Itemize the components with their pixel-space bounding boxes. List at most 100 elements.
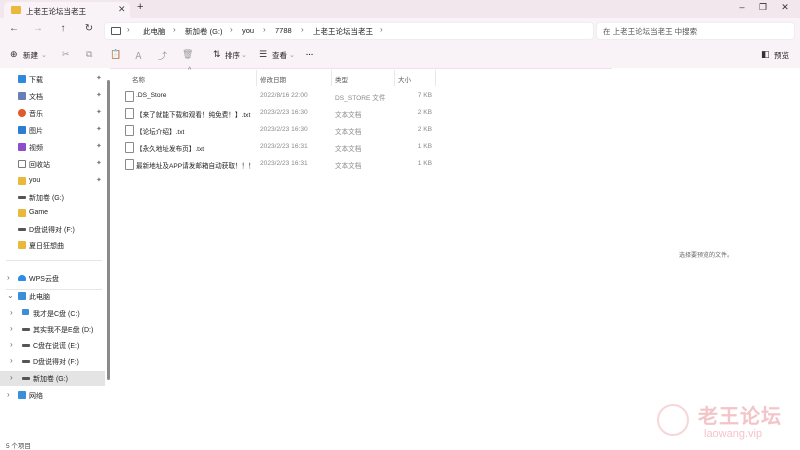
sidebar-item-you[interactable]: you ✦ bbox=[0, 174, 105, 189]
computer-icon bbox=[111, 27, 121, 35]
back-button[interactable]: ← bbox=[7, 23, 21, 34]
chevron-right-icon[interactable]: › bbox=[10, 373, 13, 382]
file-row[interactable]: .DS_Store 2022/8/16 22:00 DS_STORE 文件 7 … bbox=[112, 88, 432, 104]
drive-icon bbox=[22, 377, 30, 380]
file-name: .DS_Store bbox=[136, 92, 167, 99]
sidebar-item-drive-c[interactable]: › 我才是C盘 (C:) bbox=[0, 306, 105, 321]
breadcrumb-item-you[interactable]: you bbox=[242, 26, 254, 35]
file-row[interactable]: 最新地址及APP请发邮箱自动获取！！！... 2023/2/23 16:31 文… bbox=[112, 156, 432, 172]
column-divider[interactable] bbox=[256, 70, 257, 86]
file-type: 文本文档 bbox=[335, 112, 362, 119]
text-file-icon bbox=[125, 142, 134, 153]
sidebar-item-drive-f-quick[interactable]: D盘说得对 (F:) bbox=[0, 222, 105, 237]
status-bar: 5 个项目 bbox=[0, 440, 800, 450]
tab-close-icon[interactable]: ✕ bbox=[118, 4, 126, 15]
chevron-right-icon[interactable]: › bbox=[10, 340, 13, 349]
share-icon[interactable]: ⤴ bbox=[158, 49, 167, 62]
more-options-button[interactable]: ··· bbox=[306, 50, 314, 59]
cut-icon[interactable]: ✂ bbox=[62, 49, 70, 60]
folder-icon bbox=[18, 177, 26, 185]
refresh-button[interactable]: ↻ bbox=[82, 23, 96, 34]
breadcrumb-more[interactable]: › bbox=[380, 25, 383, 34]
file-list: 名称 ^ 修改日期 类型 大小 .DS_Store 2022/8/16 22:0… bbox=[112, 67, 612, 440]
window-tab[interactable]: 上老王论坛当老王 ✕ bbox=[4, 2, 130, 18]
breadcrumb-separator[interactable]: › bbox=[173, 25, 176, 34]
chevron-right-icon[interactable]: › bbox=[10, 308, 13, 317]
breadcrumb-item-this-pc[interactable]: 此电脑 bbox=[143, 26, 166, 37]
file-row[interactable]: 【来了就能下载和观看！纯免费！】.txt 2023/2/23 16:30 文本文… bbox=[112, 105, 432, 121]
breadcrumb-item-drive-g[interactable]: 新加卷 (G:) bbox=[185, 26, 223, 37]
sidebar-item-label: 视频 bbox=[29, 145, 43, 152]
text-file-icon bbox=[125, 159, 134, 170]
chevron-down-icon[interactable]: ⌄ bbox=[7, 291, 14, 300]
breadcrumb-separator[interactable]: › bbox=[127, 25, 130, 34]
column-header-size[interactable]: 大小 bbox=[398, 74, 411, 84]
copy-icon[interactable]: ⧉ bbox=[86, 49, 92, 60]
file-date: 2023/2/23 16:31 bbox=[260, 160, 308, 167]
search-box[interactable]: 在 上老王论坛当老王 中搜索 bbox=[596, 22, 795, 40]
sidebar-item-drive-e[interactable]: › C盘在说谎 (E:) bbox=[0, 338, 105, 353]
column-header-name[interactable]: 名称 bbox=[132, 74, 145, 84]
file-date: 2023/2/23 16:30 bbox=[260, 109, 308, 116]
breadcrumb-separator[interactable]: › bbox=[301, 25, 304, 34]
network-icon bbox=[18, 391, 26, 399]
file-type: 文本文档 bbox=[335, 163, 362, 170]
close-window-button[interactable]: ✕ bbox=[778, 2, 792, 13]
sidebar-item-videos[interactable]: 视频 ✦ bbox=[0, 140, 105, 155]
new-tab-button[interactable]: + bbox=[137, 1, 143, 13]
sidebar-item-drive-f[interactable]: › D盘说得对 (F:) bbox=[0, 354, 105, 369]
sidebar-item-this-pc[interactable]: ⌄ 此电脑 bbox=[0, 289, 105, 304]
sidebar-item-network[interactable]: › 网络 bbox=[0, 388, 105, 403]
sidebar-scrollbar[interactable] bbox=[107, 80, 110, 380]
sort-icon: ⇅ bbox=[213, 49, 221, 59]
breadcrumb-separator[interactable]: › bbox=[263, 25, 266, 34]
forward-button[interactable]: → bbox=[31, 23, 45, 34]
breadcrumb-item-7788[interactable]: 7788 bbox=[275, 26, 292, 35]
breadcrumb[interactable]: › 此电脑 › 新加卷 (G:) › you › 7788 › 上老王论坛当老王… bbox=[104, 22, 594, 40]
delete-icon[interactable]: 🗑 bbox=[182, 49, 193, 60]
breadcrumb-separator[interactable]: › bbox=[230, 25, 233, 34]
sidebar-item-label: 夏日狂想曲 bbox=[29, 243, 64, 250]
sidebar-item-label: 文档 bbox=[29, 94, 43, 101]
file-name: 最新地址及APP请发邮箱自动获取！！！... bbox=[136, 163, 254, 170]
sidebar-item-label: 音乐 bbox=[29, 111, 43, 118]
new-button[interactable]: 新建 bbox=[23, 50, 38, 61]
chevron-right-icon[interactable]: › bbox=[10, 356, 13, 365]
sidebar-item-recycle-bin[interactable]: 回收站 ✦ bbox=[0, 157, 105, 172]
column-header-date[interactable]: 修改日期 bbox=[260, 74, 286, 84]
file-row[interactable]: 【永久地址发布页】.txt 2023/2/23 16:31 文本文档 1 KB bbox=[112, 139, 432, 155]
text-file-icon bbox=[125, 125, 134, 136]
paste-icon[interactable]: 📋 bbox=[110, 49, 121, 60]
sidebar-item-music[interactable]: 音乐 ✦ bbox=[0, 106, 105, 121]
column-divider[interactable] bbox=[331, 70, 332, 86]
column-header-type[interactable]: 类型 bbox=[335, 74, 348, 84]
sidebar-item-drive-g[interactable]: › 新加卷 (G:) bbox=[0, 371, 105, 386]
sidebar-item-wps-cloud[interactable]: › WPS云盘 bbox=[0, 271, 105, 286]
watermark-text: 老王论坛 bbox=[698, 406, 782, 428]
preview-button[interactable]: 预览 bbox=[774, 50, 789, 61]
sidebar-item-summer-folder[interactable]: 夏日狂想曲 bbox=[0, 238, 105, 253]
maximize-button[interactable]: ❐ bbox=[756, 2, 770, 13]
preview-empty-message: 选择要预览的文件。 bbox=[678, 253, 733, 259]
minimize-button[interactable]: – bbox=[735, 2, 749, 12]
breadcrumb-item-current[interactable]: 上老王论坛当老王 bbox=[313, 26, 373, 37]
up-button[interactable]: ↑ bbox=[56, 23, 70, 34]
sidebar-item-drive-d[interactable]: › 其实我不是E盘 (D:) bbox=[0, 322, 105, 337]
view-button[interactable]: 查看 bbox=[272, 50, 287, 61]
chevron-right-icon[interactable]: › bbox=[10, 324, 13, 333]
file-row[interactable]: 【论坛介绍】.txt 2023/2/23 16:30 文本文档 2 KB bbox=[112, 122, 432, 138]
chevron-right-icon[interactable]: › bbox=[7, 273, 10, 282]
sidebar-item-label: Game bbox=[29, 209, 49, 216]
column-divider[interactable] bbox=[394, 70, 395, 86]
column-divider[interactable] bbox=[435, 70, 436, 86]
sidebar-item-drive-g-quick[interactable]: 新加卷 (G:) bbox=[0, 190, 105, 205]
sidebar-item-label: 其实我不是E盘 (D:) bbox=[33, 327, 94, 334]
sort-button[interactable]: 排序 bbox=[225, 50, 240, 61]
sidebar-item-game[interactable]: Game bbox=[0, 206, 105, 221]
sidebar-divider bbox=[6, 260, 102, 261]
sidebar-item-downloads[interactable]: 下载 ✦ bbox=[0, 72, 105, 87]
chevron-right-icon[interactable]: › bbox=[7, 390, 10, 399]
sidebar-item-documents[interactable]: 文档 ✦ bbox=[0, 89, 105, 104]
sidebar-item-pictures[interactable]: 图片 ✦ bbox=[0, 123, 105, 138]
rename-icon[interactable]: Ａ bbox=[134, 49, 143, 62]
